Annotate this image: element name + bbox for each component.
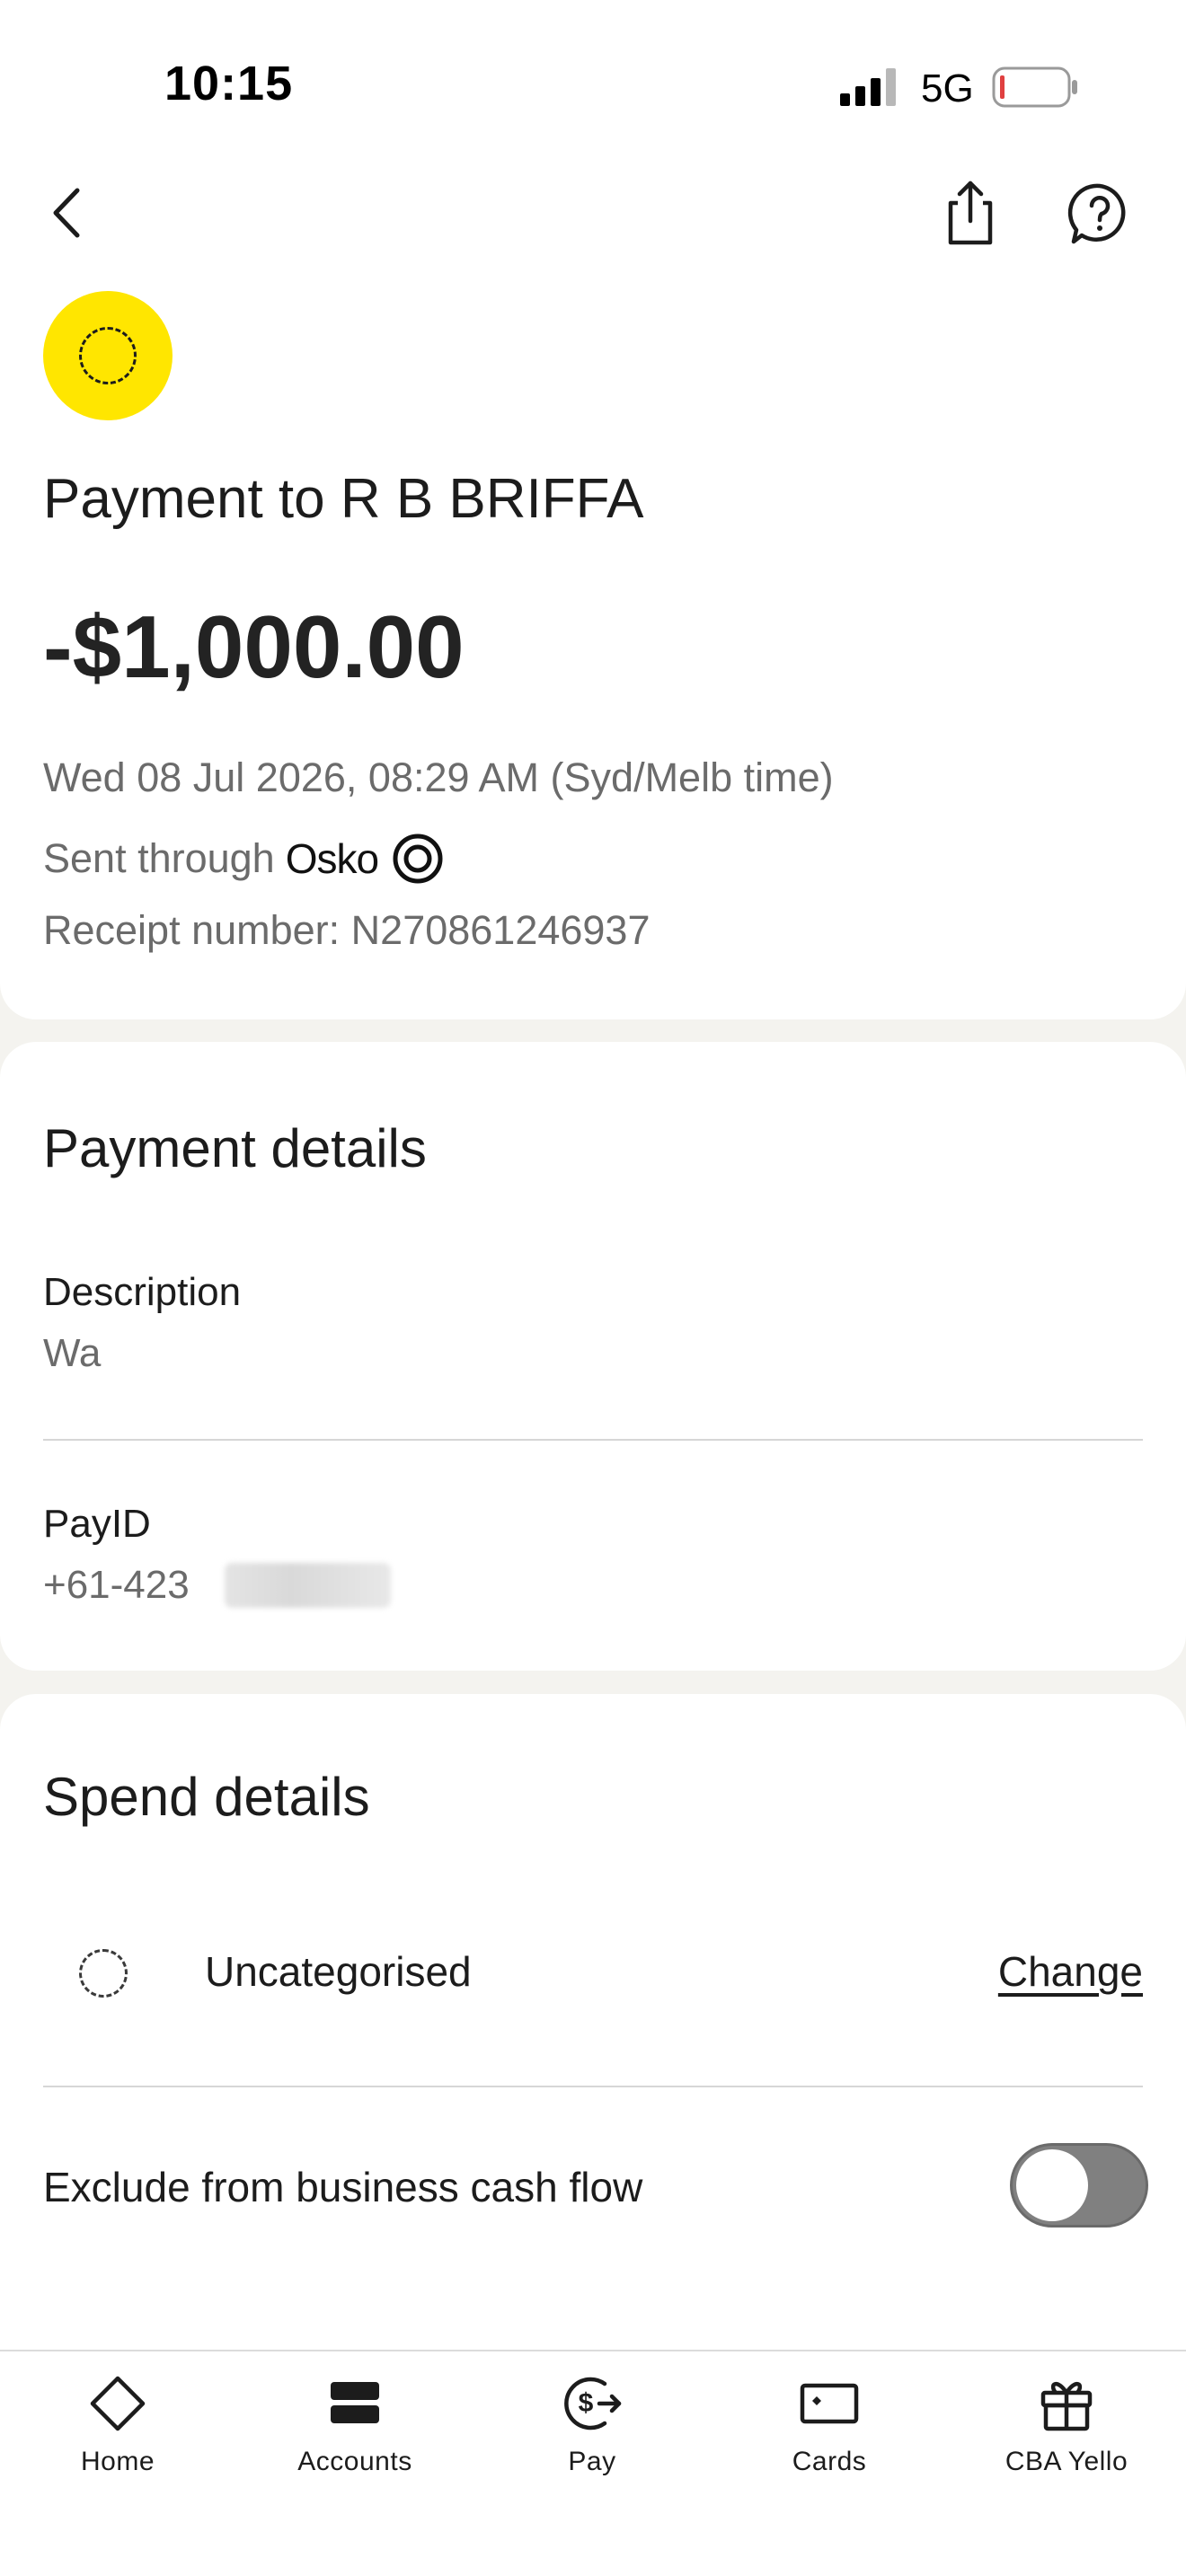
card-icon [800,2383,859,2424]
uncategorised-icon [79,327,137,384]
divider [43,2086,1143,2087]
status-bar: 10:15 5G [0,0,1186,157]
uncategorised-icon [79,1949,128,1998]
payment-details-title: Payment details [43,1118,427,1178]
pay-icon: $ [564,2377,622,2430]
payid-value: +61-423 [43,1563,190,1607]
nav-home[interactable]: Home [19,2371,217,2488]
status-time: 10:15 [164,57,294,110]
accounts-icon [331,2382,379,2423]
nav-label: CBA Yello [1005,2447,1128,2476]
signal-icon [840,68,896,106]
redacted-payid [225,1563,391,1608]
nav-label: Cards [792,2447,867,2476]
nav-accounts[interactable]: Accounts [256,2371,454,2488]
transaction-datetime: Wed 08 Jul 2026, 08:29 AM (Syd/Melb time… [43,754,834,800]
gift-icon [1040,2382,1093,2431]
exclude-cash-flow-label: Exclude from business cash flow [43,2164,643,2210]
nav-cba-yello[interactable]: CBA Yello [968,2371,1165,2488]
sent-through-label: Sent through [43,835,275,881]
toggle-knob [1016,2149,1088,2221]
help-bubble-icon[interactable] [1067,181,1132,246]
description-value: Wa [43,1331,102,1375]
transaction-amount: -$1,000.00 [43,597,465,696]
transaction-summary-card [0,157,1186,1019]
payment-network-row: Sent through Osko [43,832,445,886]
share-icon[interactable] [942,178,999,248]
change-category-link[interactable]: Change [998,1947,1143,1996]
payid-label: PayID [43,1502,151,1546]
nav-label: Accounts [297,2447,412,2476]
exclude-cash-flow-toggle[interactable] [1010,2143,1148,2228]
svg-text:$: $ [579,2388,594,2418]
nav-pay[interactable]: $ Pay [493,2371,691,2488]
transaction-detail-screen: 10:15 5G Payment to R B BRIFFA -$1,000.0… [0,0,1186,2576]
payee-avatar [43,291,173,420]
category-label: Uncategorised [205,1948,472,1995]
nav-label: Pay [568,2447,616,2476]
payee-title: Payment to R B BRIFFA [43,468,644,530]
nav-cards[interactable]: Cards [730,2371,928,2488]
battery-icon [992,66,1077,108]
osko-name: Osko [285,835,379,882]
spend-details-title: Spend details [43,1767,370,1827]
osko-logo-icon [393,834,443,884]
chevron-left-icon[interactable] [45,181,90,244]
nav-label: Home [80,2447,155,2476]
network-type: 5G [921,66,974,110]
divider [43,1439,1143,1441]
description-label: Description [43,1270,242,1314]
diamond-icon [90,2376,146,2431]
receipt-number: Receipt number: N270861246937 [43,907,651,953]
